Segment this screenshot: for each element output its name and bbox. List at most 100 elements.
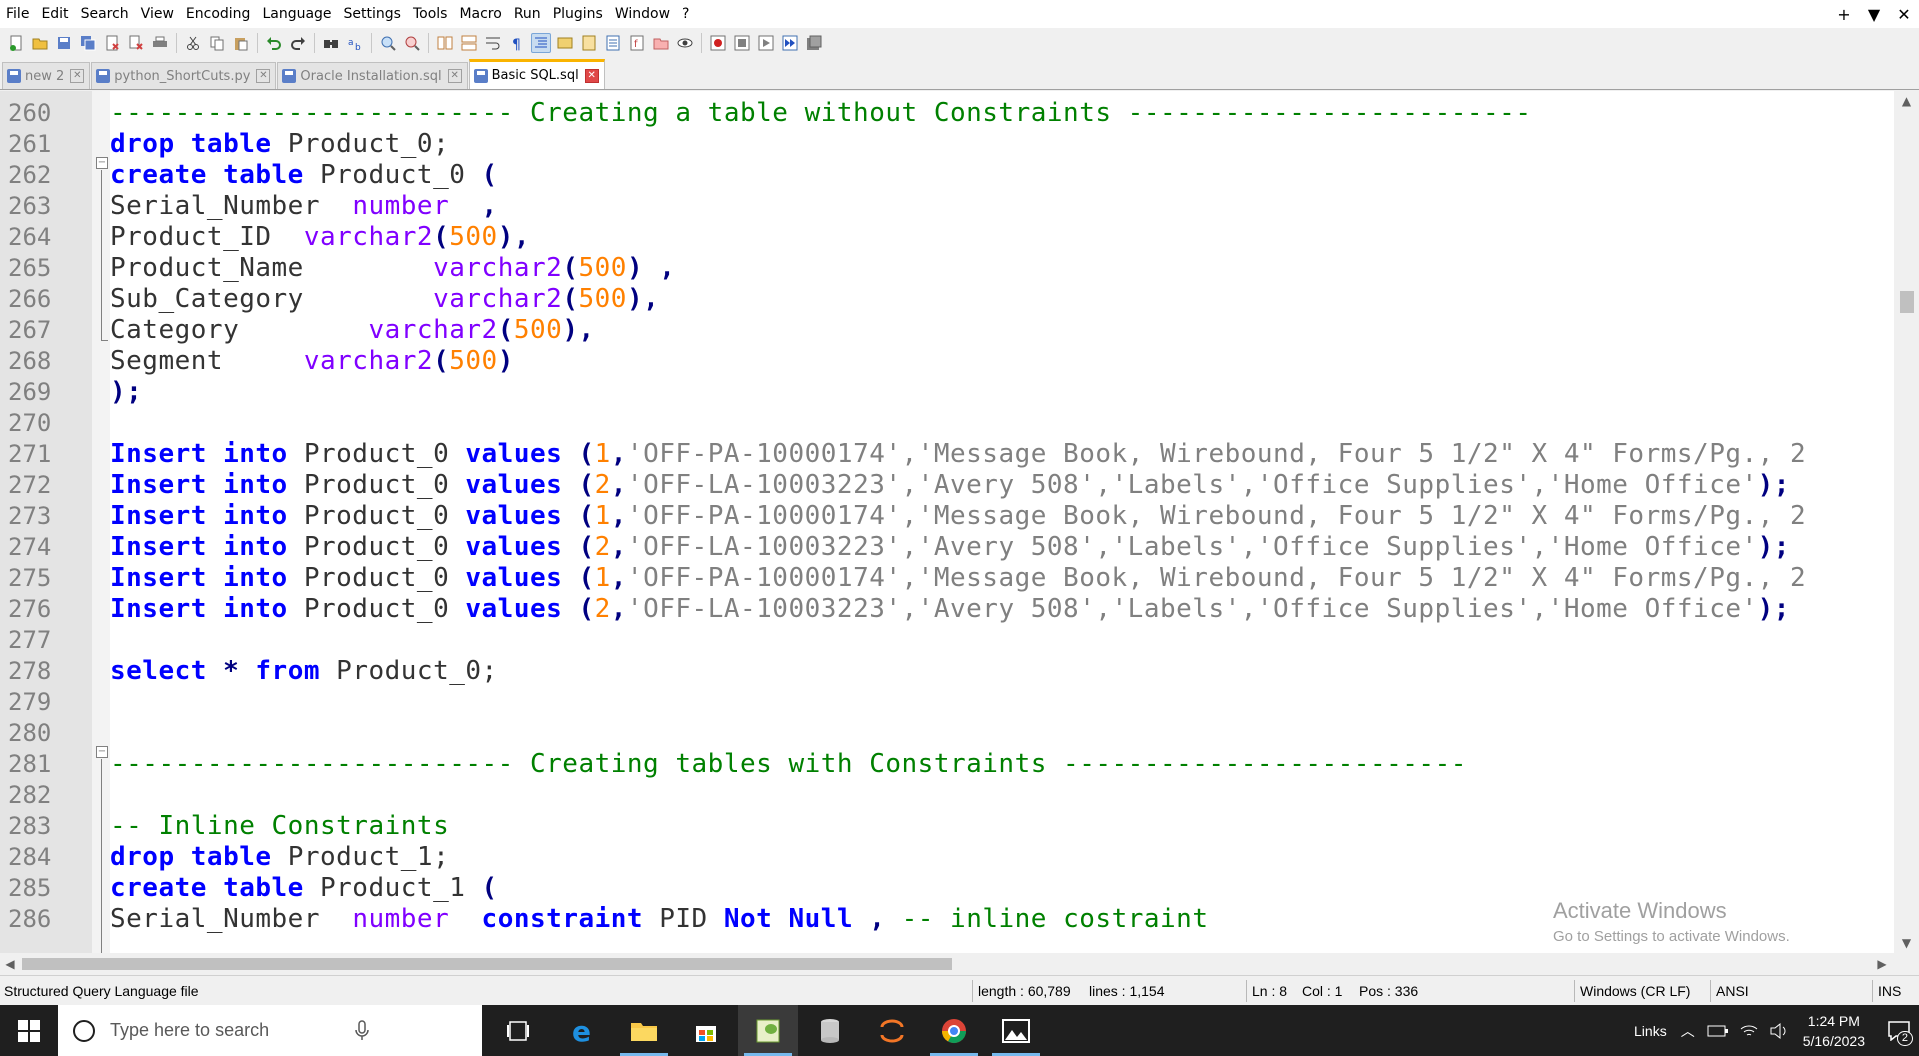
chrome-browser-icon[interactable] xyxy=(924,1005,984,1056)
scroll-right-icon[interactable]: ▶ xyxy=(1872,953,1892,975)
photos-app-icon[interactable] xyxy=(986,1005,1046,1056)
jupyter-icon[interactable] xyxy=(862,1005,922,1056)
menu-macro[interactable]: Macro xyxy=(453,0,507,28)
horizontal-scroll-thumb[interactable] xyxy=(22,958,952,970)
task-view-icon[interactable] xyxy=(488,1005,548,1056)
notepad-plus-plus-icon[interactable] xyxy=(738,1005,798,1056)
status-eol[interactable]: Windows (CR LF) xyxy=(1576,976,1690,1006)
open-file-icon[interactable] xyxy=(30,33,50,53)
wifi-icon[interactable] xyxy=(1739,1022,1759,1040)
play-macro-icon[interactable] xyxy=(756,33,776,53)
save-macro-icon[interactable] xyxy=(804,33,824,53)
fold-toggle-icon[interactable]: − xyxy=(96,746,108,758)
close-tab-icon[interactable]: ✕ xyxy=(256,69,271,83)
show-all-characters-icon[interactable]: ¶ xyxy=(507,33,527,53)
links-toolbar[interactable]: Links xyxy=(1634,1023,1667,1039)
edge-browser-icon[interactable]: e xyxy=(552,1005,612,1056)
redo-icon[interactable] xyxy=(288,33,308,53)
menu-language[interactable]: Language xyxy=(256,0,337,28)
tab-label: new 2 xyxy=(25,68,65,84)
paste-icon[interactable] xyxy=(231,33,251,53)
save-all-icon[interactable] xyxy=(78,33,98,53)
word-wrap-icon[interactable] xyxy=(483,33,503,53)
fold-toggle-icon[interactable]: − xyxy=(96,157,108,169)
menu-edit[interactable]: Edit xyxy=(35,0,74,28)
close-tab-icon[interactable]: ✕ xyxy=(447,69,462,83)
svg-text:f: f xyxy=(634,39,638,50)
scroll-up-icon[interactable]: ▲ xyxy=(1894,91,1919,111)
line-number: 283 xyxy=(8,812,52,840)
close-tab-icon[interactable]: ✕ xyxy=(584,68,599,83)
toolbar-divider xyxy=(176,33,177,53)
microphone-icon[interactable] xyxy=(354,1019,370,1042)
tab-basic-sql[interactable]: Basic SQL.sql ✕ xyxy=(468,59,605,89)
window-controls: + ▼ ✕ xyxy=(1829,0,1919,28)
menu-window[interactable]: Window xyxy=(609,0,676,28)
document-map-icon[interactable] xyxy=(579,33,599,53)
scroll-down-icon[interactable]: ▼ xyxy=(1894,933,1919,953)
code-line: Insert into Product_0 values (1,'OFF-PA-… xyxy=(110,439,1807,469)
new-window-icon[interactable]: + xyxy=(1829,5,1859,24)
tab-oracle-installation[interactable]: Oracle Installation.sql ✕ xyxy=(277,62,468,89)
vertical-scroll-thumb[interactable] xyxy=(1900,291,1914,313)
menu-plugins[interactable]: Plugins xyxy=(547,0,609,28)
close-file-icon[interactable] xyxy=(102,33,122,53)
menu-settings[interactable]: Settings xyxy=(338,0,407,28)
database-app-icon[interactable] xyxy=(800,1005,860,1056)
zoom-out-icon[interactable] xyxy=(402,33,422,53)
tab-new-2[interactable]: new 2 ✕ xyxy=(2,62,91,89)
battery-icon[interactable] xyxy=(1707,1024,1729,1038)
window-list-icon[interactable]: ▼ xyxy=(1859,5,1889,24)
replace-icon[interactable]: ab xyxy=(345,33,365,53)
run-macro-multiple-icon[interactable] xyxy=(780,33,800,53)
menu-tools[interactable]: Tools xyxy=(407,0,454,28)
cut-icon[interactable] xyxy=(183,33,203,53)
tab-python-shortcuts[interactable]: python_ShortCuts.py ✕ xyxy=(91,62,277,89)
code-editor[interactable]: 259260 261 262 263 264 265 266 267 268 269 270 271 2… xyxy=(0,91,1894,953)
line-number: 270 xyxy=(8,409,52,437)
sync-vertical-icon[interactable] xyxy=(435,33,455,53)
close-window-icon[interactable]: ✕ xyxy=(1889,5,1919,24)
vertical-scrollbar[interactable]: ▲ ▼ xyxy=(1894,91,1919,953)
code-area[interactable]: ------------------------- Creating a tab… xyxy=(110,91,1894,953)
find-icon[interactable] xyxy=(321,33,341,53)
close-all-icon[interactable] xyxy=(126,33,146,53)
status-insert-mode[interactable]: INS xyxy=(1874,976,1901,1006)
document-list-icon[interactable] xyxy=(603,33,623,53)
function-list-icon[interactable]: f xyxy=(627,33,647,53)
menu-encoding[interactable]: Encoding xyxy=(180,0,257,28)
menu-search[interactable]: Search xyxy=(75,0,135,28)
record-macro-icon[interactable] xyxy=(708,33,728,53)
notification-center-icon[interactable]: 2 xyxy=(1879,1005,1919,1056)
start-button[interactable] xyxy=(0,1005,58,1056)
status-encoding[interactable]: ANSI xyxy=(1712,976,1749,1006)
print-icon[interactable] xyxy=(150,33,170,53)
line-number: 282 xyxy=(8,781,52,809)
file-explorer-icon[interactable] xyxy=(614,1005,674,1056)
sync-horizontal-icon[interactable] xyxy=(459,33,479,53)
zoom-in-icon[interactable] xyxy=(378,33,398,53)
volume-icon[interactable] xyxy=(1769,1022,1789,1040)
monitoring-icon[interactable] xyxy=(675,33,695,53)
undo-icon[interactable] xyxy=(264,33,284,53)
define-language-icon[interactable] xyxy=(555,33,575,53)
line-number: 285 xyxy=(8,874,52,902)
menu-help[interactable]: ? xyxy=(676,0,695,28)
new-file-icon[interactable] xyxy=(6,33,26,53)
menu-view[interactable]: View xyxy=(135,0,180,28)
menu-run[interactable]: Run xyxy=(508,0,547,28)
save-icon[interactable] xyxy=(54,33,74,53)
code-line: Product_Name varchar2(500) , xyxy=(110,253,676,283)
microsoft-store-icon[interactable] xyxy=(676,1005,736,1056)
taskbar-search-box[interactable]: Type here to search xyxy=(58,1005,482,1056)
menu-file[interactable]: File xyxy=(0,0,35,28)
stop-macro-icon[interactable] xyxy=(732,33,752,53)
show-hidden-icons-icon[interactable]: ︿ xyxy=(1681,1021,1695,1041)
horizontal-scrollbar[interactable]: ◀ ▶ xyxy=(0,953,1919,975)
close-tab-icon[interactable]: ✕ xyxy=(70,69,85,83)
copy-icon[interactable] xyxy=(207,33,227,53)
indent-guide-icon[interactable] xyxy=(531,33,551,53)
scroll-left-icon[interactable]: ◀ xyxy=(0,953,20,975)
folder-workspace-icon[interactable] xyxy=(651,33,671,53)
taskbar-clock[interactable]: 1:24 PM 5/16/2023 xyxy=(1803,1011,1865,1051)
